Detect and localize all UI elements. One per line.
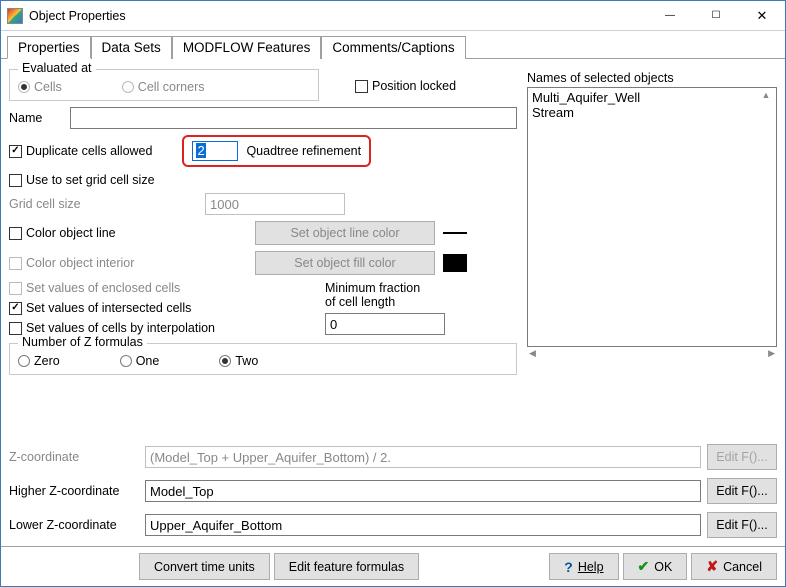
set-enclosed-cells-checkbox: Set values of enclosed cells xyxy=(9,281,180,295)
grid-cell-size-label: Grid cell size xyxy=(9,197,199,211)
footer-bar: Convert time units Edit feature formulas… xyxy=(1,546,785,586)
lower-z-input[interactable] xyxy=(145,514,701,536)
color-object-interior-checkbox: Color object interior xyxy=(9,256,249,270)
z-edit-f-button: Edit F()... xyxy=(707,444,777,470)
grid-cell-size-input xyxy=(205,193,345,215)
scrollbar[interactable]: ▲ xyxy=(758,90,774,344)
selected-objects-list[interactable]: Multi_Aquifer_Well Stream ▲ xyxy=(527,87,777,347)
line-color-swatch xyxy=(443,232,467,234)
right-pane: Names of selected objects Multi_Aquifer_… xyxy=(527,65,777,438)
scroll-up-icon[interactable]: ▲ xyxy=(762,90,771,100)
x-icon: ✘ xyxy=(706,558,718,575)
z-formulas-one-radio[interactable]: One xyxy=(120,354,160,368)
radio-dot-icon xyxy=(219,355,231,367)
close-button[interactable]: ✕ xyxy=(739,1,785,30)
object-properties-window: Object Properties — ☐ ✕ Properties Data … xyxy=(0,0,786,587)
fill-color-swatch xyxy=(443,254,467,272)
set-object-line-color-button: Set object line color xyxy=(255,221,435,245)
z-formulas-zero-radio[interactable]: Zero xyxy=(18,354,60,368)
duplicate-cells-checkbox[interactable]: Duplicate cells allowed xyxy=(9,144,152,158)
selected-objects-label: Names of selected objects xyxy=(527,71,777,85)
scroll-left-icon[interactable]: ◀ xyxy=(529,348,536,359)
convert-time-units-button[interactable]: Convert time units xyxy=(139,553,270,580)
radio-dot-icon xyxy=(18,355,30,367)
tab-properties[interactable]: Properties xyxy=(7,36,91,59)
name-input[interactable] xyxy=(70,107,517,129)
list-item[interactable]: Multi_Aquifer_Well xyxy=(532,90,772,105)
min-fraction-label-2: of cell length xyxy=(325,295,445,309)
checkbox-icon xyxy=(9,282,22,295)
higher-z-input[interactable] xyxy=(145,480,701,502)
maximize-button[interactable]: ☐ xyxy=(693,1,739,30)
z-formulas-group: Number of Z formulas Zero One Two xyxy=(9,343,517,375)
set-intersected-cells-checkbox[interactable]: Set values of intersected cells xyxy=(9,301,191,315)
checkbox-icon xyxy=(355,80,368,93)
evaluated-at-legend: Evaluated at xyxy=(18,61,96,75)
evaluated-at-corners-radio: Cell corners xyxy=(122,80,205,94)
quadtree-refinement-label: Quadtree refinement xyxy=(246,144,361,158)
z-formulas-legend: Number of Z formulas xyxy=(18,335,147,349)
position-locked-checkbox[interactable]: Position locked xyxy=(355,79,456,93)
window-buttons: — ☐ ✕ xyxy=(647,1,785,30)
radio-dot-icon xyxy=(122,81,134,93)
scroll-right-icon[interactable]: ▶ xyxy=(768,348,775,359)
lower-z-edit-f-button[interactable]: Edit F()... xyxy=(707,512,777,538)
minimize-button[interactable]: — xyxy=(647,1,693,30)
z-coordinate-input xyxy=(145,446,701,468)
radio-dot-icon xyxy=(18,81,30,93)
checkbox-icon xyxy=(9,145,22,158)
checkbox-icon xyxy=(9,227,22,240)
left-pane: Evaluated at Cells Cell corners xyxy=(9,65,517,438)
quadtree-refinement-input[interactable]: 2 xyxy=(192,141,238,161)
z-coordinate-label: Z-coordinate xyxy=(9,450,139,464)
quadtree-highlight: 2 Quadtree refinement xyxy=(182,135,371,167)
window-title: Object Properties xyxy=(29,9,647,23)
higher-z-label: Higher Z-coordinate xyxy=(9,484,139,498)
z-coordinate-section: Z-coordinate Edit F()... Higher Z-coordi… xyxy=(1,444,785,546)
set-object-fill-color-button: Set object fill color xyxy=(255,251,435,275)
min-fraction-label-1: Minimum fraction xyxy=(325,281,445,295)
checkbox-icon xyxy=(9,257,22,270)
content-area: Evaluated at Cells Cell corners xyxy=(1,59,785,444)
help-icon: ? xyxy=(564,559,573,575)
set-interpolation-checkbox[interactable]: Set values of cells by interpolation xyxy=(9,321,215,335)
name-label: Name xyxy=(9,111,64,125)
ok-button[interactable]: ✔ OK xyxy=(623,553,688,580)
tab-data-sets[interactable]: Data Sets xyxy=(91,36,172,59)
help-button[interactable]: ? Help xyxy=(549,553,618,580)
edit-feature-formulas-button[interactable]: Edit feature formulas xyxy=(274,553,419,580)
titlebar: Object Properties — ☐ ✕ xyxy=(1,1,785,31)
use-grid-cell-size-checkbox[interactable]: Use to set grid cell size xyxy=(9,173,155,187)
list-item[interactable]: Stream xyxy=(532,105,772,120)
checkbox-icon xyxy=(9,302,22,315)
check-icon: ✔ xyxy=(638,558,650,575)
checkbox-icon xyxy=(9,174,22,187)
app-icon xyxy=(7,8,23,24)
cancel-button[interactable]: ✘ Cancel xyxy=(691,553,777,580)
tab-strip: Properties Data Sets MODFLOW Features Co… xyxy=(1,31,785,59)
color-object-line-checkbox[interactable]: Color object line xyxy=(9,226,249,240)
radio-dot-icon xyxy=(120,355,132,367)
tab-comments-captions[interactable]: Comments/Captions xyxy=(321,36,465,59)
higher-z-edit-f-button[interactable]: Edit F()... xyxy=(707,478,777,504)
evaluated-at-group: Evaluated at Cells Cell corners xyxy=(9,69,319,101)
lower-z-label: Lower Z-coordinate xyxy=(9,518,139,532)
min-fraction-input[interactable] xyxy=(325,313,445,335)
checkbox-icon xyxy=(9,322,22,335)
z-formulas-two-radio[interactable]: Two xyxy=(219,354,258,368)
evaluated-at-cells-radio: Cells xyxy=(18,80,62,94)
tab-modflow-features[interactable]: MODFLOW Features xyxy=(172,36,322,59)
